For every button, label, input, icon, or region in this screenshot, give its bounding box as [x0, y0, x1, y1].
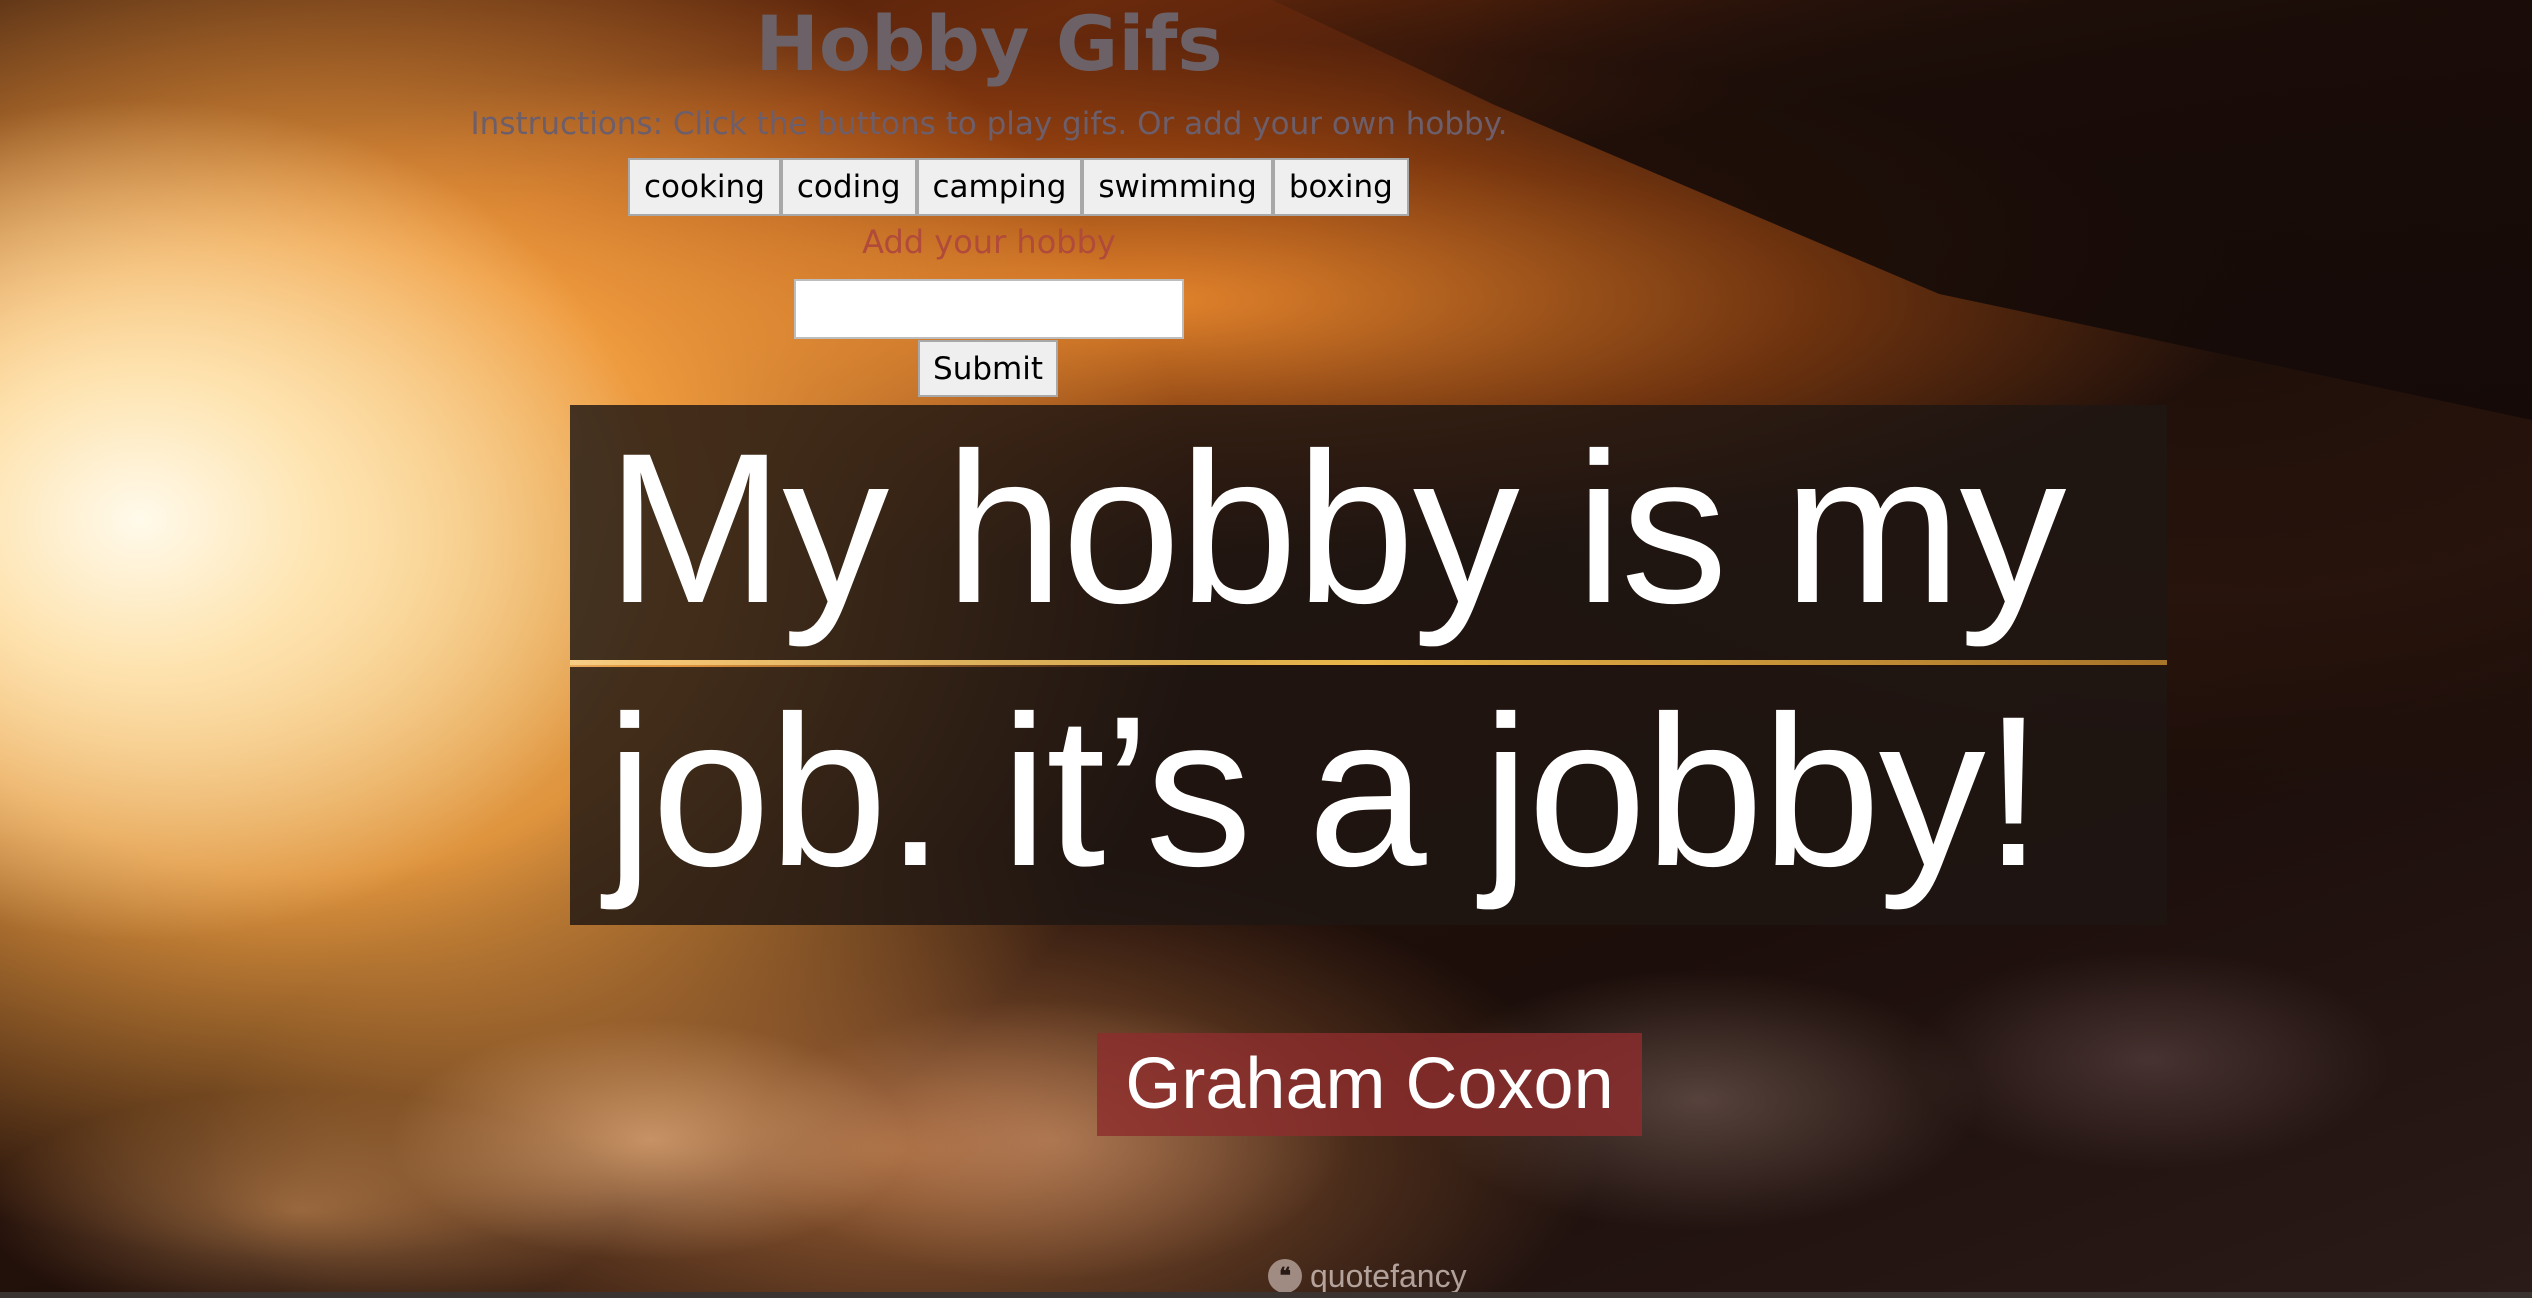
page-bottom-edge: [0, 1292, 2532, 1298]
hobby-button-cooking[interactable]: cooking: [628, 158, 781, 216]
add-hobby-label: Add your hobby: [862, 223, 1116, 261]
hobby-button-coding[interactable]: coding: [780, 158, 917, 216]
hobby-button-swimming[interactable]: swimming: [1082, 158, 1273, 216]
hobby-button-group: cooking coding camping swimming boxing: [628, 158, 1409, 216]
brand-name: quotefancy: [1310, 1257, 1467, 1294]
quote-divider: [570, 660, 2167, 665]
hobby-button-boxing[interactable]: boxing: [1272, 158, 1409, 216]
instructions-text: Instructions: Click the buttons to play …: [470, 106, 1508, 142]
brand-watermark: ❝ quotefancy: [1268, 1256, 1467, 1296]
quote-author: Graham Coxon: [1097, 1033, 1642, 1136]
quote-icon: ❝: [1268, 1259, 1302, 1293]
submit-button[interactable]: Submit: [918, 340, 1058, 397]
page-title: Hobby Gifs: [755, 0, 1223, 88]
quote-line-2: job. it’s a jobby!: [570, 667, 2167, 925]
hobby-input[interactable]: [794, 279, 1184, 339]
quote-line-1: My hobby is my: [570, 405, 2167, 660]
hobby-button-camping[interactable]: camping: [916, 158, 1083, 216]
